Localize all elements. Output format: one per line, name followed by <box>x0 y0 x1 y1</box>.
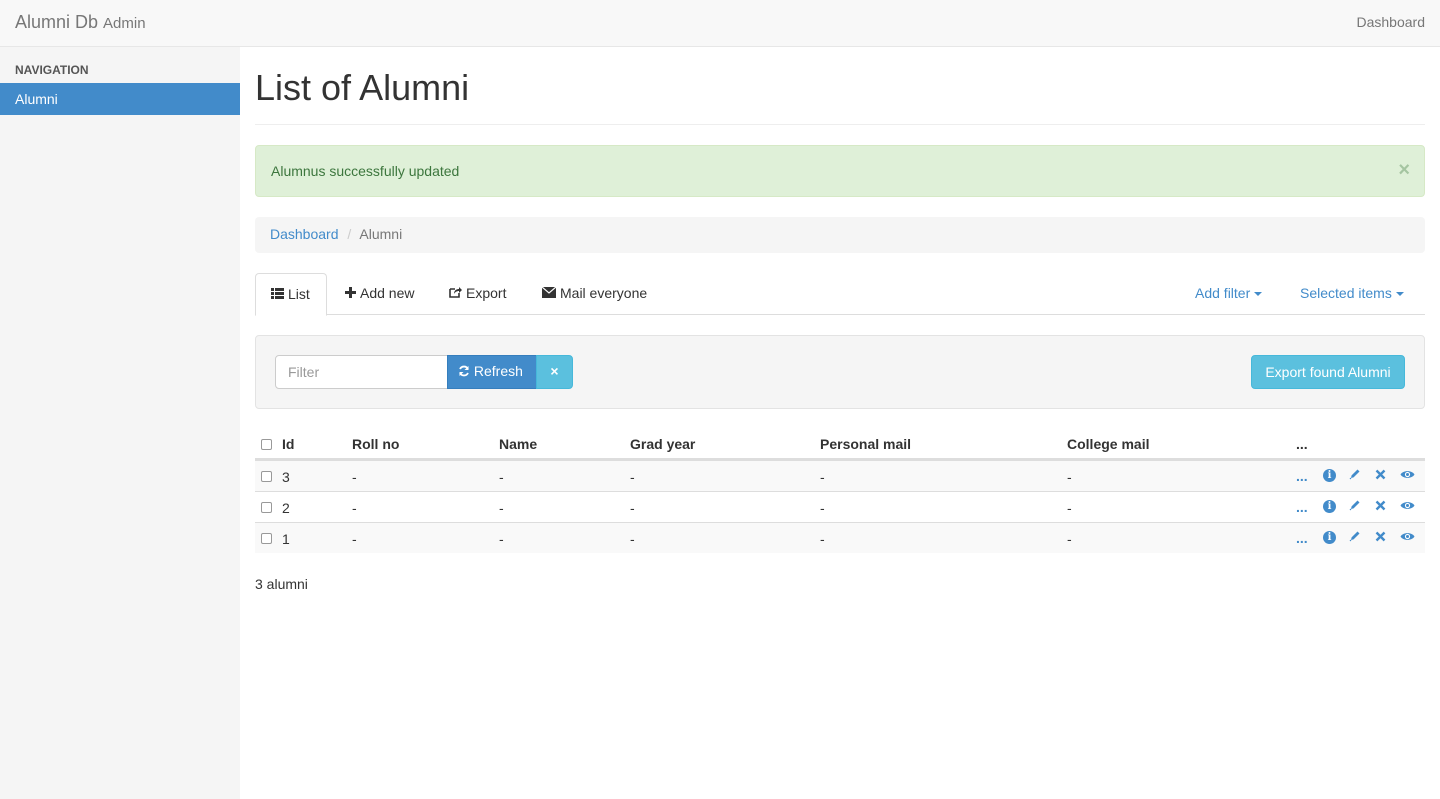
column-header[interactable]: Grad year <box>630 436 695 452</box>
clear-filter-button[interactable]: × <box>536 355 573 389</box>
eye-icon[interactable] <box>1400 467 1415 483</box>
page-title: List of Alumni <box>255 67 470 108</box>
cell-name: - <box>499 469 504 485</box>
row-checkbox[interactable] <box>261 471 272 482</box>
filter-input[interactable] <box>275 355 448 389</box>
cell-grad-year: - <box>630 500 635 516</box>
tab-add-new-label: Add new <box>360 285 415 301</box>
breadcrumb: Dashboard / Alumni <box>255 217 1425 253</box>
table-header: Id Roll no Name Grad year Personal mail … <box>255 429 1425 460</box>
info-icon[interactable]: i <box>1323 500 1336 513</box>
action-tabs: List Add new Export Mail everyone Add fi… <box>255 273 1425 316</box>
cell-college-mail: - <box>1067 500 1072 516</box>
brand-sub: Admin <box>103 15 146 32</box>
tab-export[interactable]: Export <box>434 273 521 315</box>
add-filter-dropdown[interactable]: Add filter <box>1195 285 1263 301</box>
tab-list-label: List <box>288 286 310 302</box>
breadcrumb-separator: / <box>347 226 352 242</box>
delete-icon[interactable] <box>1375 498 1386 514</box>
row-checkbox[interactable] <box>261 533 272 544</box>
export-found-button[interactable]: Export found Alumni <box>1251 355 1405 389</box>
alert-message: Alumnus successfully updated <box>271 163 460 179</box>
more-actions-link[interactable]: ... <box>1296 530 1308 546</box>
tab-export-label: Export <box>466 285 507 301</box>
eye-icon[interactable] <box>1400 498 1415 514</box>
pencil-icon[interactable] <box>1349 498 1361 514</box>
brand-name: Alumni Db <box>15 12 99 32</box>
row-checkbox[interactable] <box>261 502 272 513</box>
table-row: 3 - - - - - ... i <box>255 460 1425 491</box>
tab-list[interactable]: List <box>255 273 327 316</box>
plus-icon <box>345 285 356 301</box>
column-header[interactable]: College mail <box>1067 436 1149 452</box>
cell-college-mail: - <box>1067 531 1072 547</box>
select-all-checkbox[interactable] <box>261 439 272 450</box>
more-actions-link[interactable]: ... <box>1296 499 1308 515</box>
tab-mail-label: Mail everyone <box>560 285 648 301</box>
share-icon <box>449 285 462 301</box>
alumni-table: Id Roll no Name Grad year Personal mail … <box>255 429 1425 553</box>
add-filter-label: Add filter <box>1195 285 1251 301</box>
refresh-label: Refresh <box>473 363 523 379</box>
cell-personal-mail: - <box>820 469 825 485</box>
nav-header: Navigation <box>15 63 89 77</box>
close-icon[interactable]: × <box>1398 160 1410 180</box>
brand[interactable]: Alumni Db Admin <box>15 12 146 33</box>
column-header: ... <box>1296 436 1308 452</box>
cell-roll-no: - <box>352 531 357 547</box>
selected-items-label: Selected items <box>1300 285 1392 301</box>
more-actions-link[interactable]: ... <box>1296 468 1308 484</box>
table-row: 1 - - - - - ... i <box>255 522 1425 553</box>
column-header[interactable]: Roll no <box>352 436 399 452</box>
selected-items-dropdown[interactable]: Selected items <box>1300 285 1404 301</box>
cell-personal-mail: - <box>820 531 825 547</box>
sidebar-item-alumni[interactable]: Alumni <box>0 83 240 115</box>
cell-roll-no: - <box>352 500 357 516</box>
tab-mail-everyone[interactable]: Mail everyone <box>527 273 662 315</box>
success-alert: Alumnus successfully updated × <box>255 145 1425 197</box>
column-header[interactable]: Personal mail <box>820 436 911 452</box>
breadcrumb-dashboard[interactable]: Dashboard <box>270 226 339 242</box>
caret-down-icon <box>1395 292 1404 297</box>
title-divider <box>255 124 1425 125</box>
result-count: 3 alumni <box>255 576 308 592</box>
refresh-button[interactable]: Refresh <box>447 355 537 389</box>
envelope-icon <box>541 285 557 301</box>
refresh-icon <box>458 363 474 379</box>
dashboard-link[interactable]: Dashboard <box>1357 14 1426 30</box>
filter-panel: Refresh × Export found Alumni <box>255 335 1425 409</box>
column-header[interactable]: Name <box>499 436 537 452</box>
delete-icon[interactable] <box>1375 467 1386 483</box>
info-icon[interactable]: i <box>1323 469 1336 482</box>
pencil-icon[interactable] <box>1349 467 1361 483</box>
eye-icon[interactable] <box>1400 529 1415 545</box>
table-row: 2 - - - - - ... i <box>255 491 1425 522</box>
cell-name: - <box>499 500 504 516</box>
breadcrumb-current: Alumni <box>359 226 403 242</box>
cell-id: 3 <box>282 469 290 485</box>
list-icon <box>271 286 284 302</box>
tab-add-new[interactable]: Add new <box>330 273 429 315</box>
pencil-icon[interactable] <box>1349 529 1361 545</box>
top-navbar: Alumni Db Admin Dashboard <box>0 0 1440 47</box>
cell-personal-mail: - <box>820 500 825 516</box>
cell-id: 2 <box>282 500 290 516</box>
cell-name: - <box>499 531 504 547</box>
column-header[interactable]: Id <box>282 436 294 452</box>
cell-grad-year: - <box>630 469 635 485</box>
info-icon[interactable]: i <box>1323 531 1336 544</box>
cell-id: 1 <box>282 531 290 547</box>
cell-roll-no: - <box>352 469 357 485</box>
sidebar: Navigation Alumni <box>0 47 240 799</box>
caret-down-icon <box>1254 292 1263 297</box>
cell-college-mail: - <box>1067 469 1072 485</box>
delete-icon[interactable] <box>1375 529 1386 545</box>
cell-grad-year: - <box>630 531 635 547</box>
